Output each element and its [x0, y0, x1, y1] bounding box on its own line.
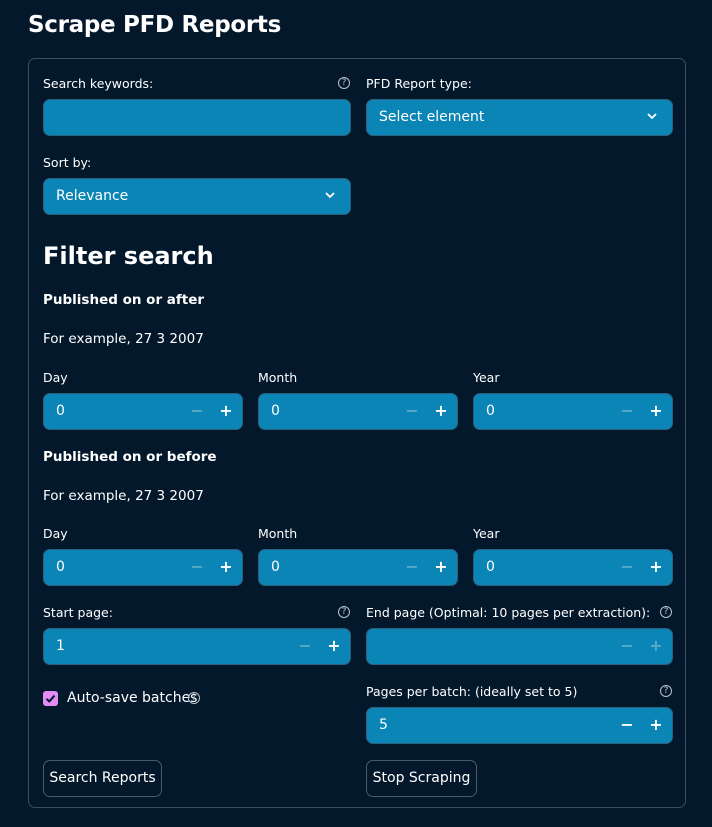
start-page-value: 1 — [56, 638, 65, 654]
before-year-increment-button[interactable]: + — [649, 558, 663, 576]
sort-by-label: Sort by: — [43, 155, 92, 170]
after-day-label: Day — [43, 370, 68, 385]
after-month-decrement-button[interactable]: − — [405, 402, 419, 420]
before-year-decrement-button[interactable]: − — [620, 558, 634, 576]
auto-save-label: Auto-save batches — [67, 690, 198, 706]
report-type-value: Select element — [379, 109, 485, 125]
start-page-decrement-button[interactable]: − — [298, 637, 312, 655]
search-keywords-input[interactable] — [43, 99, 351, 136]
before-month-increment-button[interactable]: + — [434, 558, 448, 576]
published-before-example: For example, 27 3 2007 — [43, 488, 204, 504]
before-year-label: Year — [473, 526, 500, 541]
after-month-value: 0 — [271, 403, 280, 419]
chevron-down-icon — [647, 113, 657, 120]
page-title: Scrape PFD Reports — [28, 12, 282, 38]
help-icon[interactable]: ? — [338, 606, 350, 618]
stop-scraping-button[interactable]: Stop Scraping — [366, 760, 477, 797]
before-year-value: 0 — [486, 559, 495, 575]
after-day-value: 0 — [56, 403, 65, 419]
pages-per-batch-increment-button[interactable]: + — [649, 716, 663, 734]
end-page-input[interactable]: − + — [366, 628, 673, 665]
after-year-decrement-button[interactable]: − — [620, 402, 634, 420]
before-day-increment-button[interactable]: + — [219, 558, 233, 576]
checkmark-icon — [45, 694, 56, 703]
pages-per-batch-input[interactable]: 5 − + — [366, 707, 673, 744]
after-day-input[interactable]: 0 − + — [43, 393, 243, 430]
before-month-label: Month — [258, 526, 298, 541]
filter-search-heading: Filter search — [43, 242, 214, 270]
chevron-down-icon — [325, 192, 335, 199]
before-day-input[interactable]: 0 − + — [43, 549, 243, 586]
before-day-label: Day — [43, 526, 68, 541]
after-year-value: 0 — [486, 403, 495, 419]
start-page-label: Start page: — [43, 605, 113, 620]
before-month-decrement-button[interactable]: − — [405, 558, 419, 576]
help-icon[interactable]: ? — [338, 77, 350, 89]
sort-by-value: Relevance — [56, 188, 129, 204]
before-month-input[interactable]: 0 − + — [258, 549, 458, 586]
before-day-decrement-button[interactable]: − — [190, 558, 204, 576]
sort-by-select[interactable]: Relevance — [43, 178, 351, 215]
pages-per-batch-label: Pages per batch: (ideally set to 5) — [366, 684, 578, 699]
start-page-increment-button[interactable]: + — [327, 637, 341, 655]
pages-per-batch-value: 5 — [379, 717, 388, 733]
help-icon[interactable]: ? — [188, 692, 200, 704]
published-after-heading: Published on or after — [43, 292, 205, 308]
published-before-heading: Published on or before — [43, 449, 217, 465]
after-month-input[interactable]: 0 − + — [258, 393, 458, 430]
end-page-label: End page (Optimal: 10 pages per extracti… — [366, 605, 651, 620]
help-icon[interactable]: ? — [660, 606, 672, 618]
start-page-input[interactable]: 1 − + — [43, 628, 351, 665]
report-type-select[interactable]: Select element — [366, 99, 673, 136]
before-month-value: 0 — [271, 559, 280, 575]
after-year-increment-button[interactable]: + — [649, 402, 663, 420]
after-year-label: Year — [473, 370, 500, 385]
help-icon[interactable]: ? — [660, 685, 672, 697]
pages-per-batch-decrement-button[interactable]: − — [620, 716, 634, 734]
before-year-input[interactable]: 0 − + — [473, 549, 673, 586]
after-month-label: Month — [258, 370, 298, 385]
report-type-label: PFD Report type: — [366, 76, 472, 91]
published-after-example: For example, 27 3 2007 — [43, 331, 204, 347]
auto-save-checkbox[interactable] — [43, 691, 58, 706]
end-page-increment-button[interactable]: + — [649, 637, 663, 655]
after-day-decrement-button[interactable]: − — [190, 402, 204, 420]
after-year-input[interactable]: 0 − + — [473, 393, 673, 430]
end-page-decrement-button[interactable]: − — [620, 637, 634, 655]
after-month-increment-button[interactable]: + — [434, 402, 448, 420]
before-day-value: 0 — [56, 559, 65, 575]
search-keywords-label: Search keywords: — [43, 76, 154, 91]
after-day-increment-button[interactable]: + — [219, 402, 233, 420]
search-reports-button[interactable]: Search Reports — [43, 760, 162, 797]
